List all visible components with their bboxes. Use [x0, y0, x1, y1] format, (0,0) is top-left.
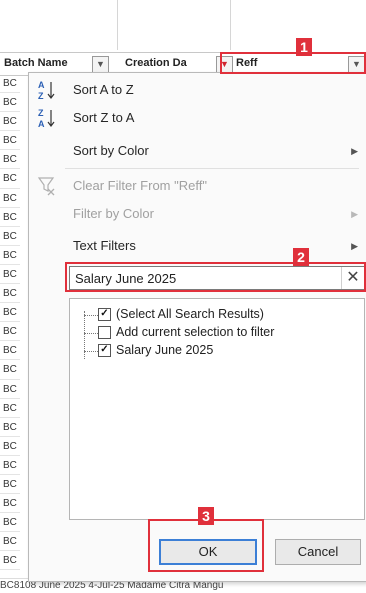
menu-clear-filter[interactable]: Clear Filter From "Reff": [29, 174, 366, 198]
menu-item-label: Sort Z to A: [73, 110, 135, 125]
row-cell: BC: [0, 131, 20, 151]
row-cell: BC: [0, 322, 20, 342]
row-cell: BC: [0, 74, 20, 94]
row-cell: BC: [0, 169, 20, 189]
annotation-box-1: [220, 52, 366, 74]
sort-za-icon: Z A: [37, 107, 59, 129]
menu-item-label: Filter by Color: [73, 206, 154, 221]
menu-text-filters[interactable]: Text Filters ▶: [29, 234, 366, 258]
row-cell: BC: [0, 494, 20, 514]
menu-sort-a-to-z[interactable]: A Z Sort A to Z: [29, 78, 366, 102]
row-cell: BC: [0, 532, 20, 552]
row-cell: BC: [0, 208, 20, 227]
row-cell: BC: [0, 150, 20, 170]
submenu-arrow-icon: ▶: [351, 146, 358, 156]
row-cell: BC: [0, 437, 20, 456]
header-batch-name: Batch Name: [4, 57, 68, 69]
menu-item-label: Sort by Color: [73, 143, 149, 158]
annotation-number-3: 3: [198, 507, 214, 525]
menu-sort-by-color[interactable]: Sort by Color ▶: [29, 139, 366, 163]
row-cell: BC: [0, 418, 20, 437]
add-selection-label: Add current selection to filter: [116, 325, 275, 339]
row-cell: BC: [0, 93, 20, 113]
submenu-arrow-icon: ▶: [351, 241, 358, 251]
row-cell: BC: [0, 284, 20, 304]
row-cell: BC: [0, 475, 20, 495]
svg-text:A: A: [38, 119, 45, 129]
annotation-box-2: [65, 262, 366, 292]
select-all-checkbox[interactable]: ✓: [98, 308, 111, 321]
svg-text:Z: Z: [38, 108, 44, 118]
submenu-arrow-icon: ▶: [351, 209, 358, 219]
row-cell: BC: [0, 513, 20, 533]
row-cell: BC: [0, 227, 20, 246]
row-cell: BC: [0, 265, 20, 285]
select-all-label: (Select All Search Results): [116, 307, 264, 321]
svg-text:A: A: [38, 80, 45, 90]
row-cell: BC: [0, 341, 20, 361]
row-cell: BC: [0, 551, 20, 571]
annotation-number-1: 1: [296, 38, 312, 56]
tree-line: [84, 333, 98, 334]
annotation-number-2: 2: [293, 248, 309, 266]
column-divider: [117, 0, 118, 50]
menu-item-label: Clear Filter From "Reff": [73, 178, 207, 193]
svg-text:Z: Z: [38, 91, 44, 101]
row-cell: BC: [0, 112, 20, 132]
row-cell: BC: [0, 399, 20, 418]
row-cell: BC: [0, 380, 20, 399]
tree-line: [84, 315, 98, 316]
tree-line: [84, 351, 98, 352]
filter-values-list: ✓ (Select All Search Results) Add curren…: [69, 298, 365, 520]
sort-az-icon: A Z: [37, 79, 59, 101]
value-label: Salary June 2025: [116, 343, 214, 357]
menu-item-label: Text Filters: [73, 238, 136, 253]
batch-name-column: BC BC BC BC BC BC BC BC BC BC BC BC BC B…: [0, 74, 20, 571]
annotation-box-3: [148, 519, 264, 572]
clear-filter-icon: [37, 175, 59, 197]
row-cell: BC: [0, 456, 20, 475]
menu-sort-z-to-a[interactable]: Z A Sort Z to A: [29, 106, 366, 130]
row-cell: BC: [0, 246, 20, 265]
header-creation-date: Creation Da: [125, 57, 187, 69]
row-cell: BC: [0, 360, 20, 380]
filter-dropdown-icon[interactable]: ▼: [92, 56, 109, 73]
menu-filter-by-color[interactable]: Filter by Color ▶: [29, 202, 366, 226]
autofilter-menu: A Z Sort A to Z Z A Sort Z to A Sort by …: [28, 72, 366, 582]
row-cell: BC: [0, 303, 20, 323]
menu-item-label: Sort A to Z: [73, 82, 134, 97]
add-selection-checkbox[interactable]: [98, 326, 111, 339]
cancel-button[interactable]: Cancel: [275, 539, 361, 565]
menu-separator: [65, 168, 359, 169]
value-checkbox[interactable]: ✓: [98, 344, 111, 357]
row-cell: BC: [0, 189, 20, 208]
column-divider: [230, 0, 231, 50]
